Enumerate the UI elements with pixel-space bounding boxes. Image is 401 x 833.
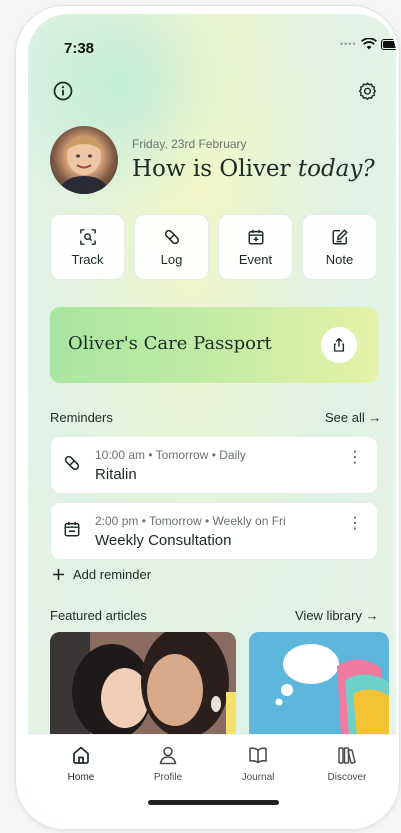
calendar-icon [64,521,80,537]
reminder-card[interactable]: 2:00 pm • Tomorrow • Weekly on Fri Weekl… [50,502,378,560]
pill-icon [164,229,179,244]
wifi-icon [360,38,377,50]
track-scan-icon [79,228,96,245]
tab-profile[interactable]: Profile [138,745,198,783]
home-indicator[interactable] [148,800,279,805]
status-time: 7:38 [64,40,95,57]
status-icons: •••• [340,38,396,50]
reminder-name: Weekly Consultation [95,532,232,549]
note-label: Note [325,251,354,267]
tab-discover[interactable]: Discover [317,745,377,783]
add-reminder-label: Add reminder [73,567,152,582]
reminders-heading: Reminders [50,410,113,425]
calendar-add-icon [248,229,263,244]
gear-icon[interactable] [354,78,380,104]
track-button[interactable]: Track [50,214,125,280]
child-photo-icon [58,136,110,194]
reminder-meta: 10:00 am • Tomorrow • Daily [95,448,246,462]
track-label: Track [71,251,104,267]
profile-icon [159,746,177,765]
info-icon[interactable] [50,78,76,104]
care-passport-card[interactable]: Oliver's Care Passport [50,307,378,383]
greeting-title: How is Oliver today? [132,156,375,182]
article-card[interactable] [50,632,236,736]
more-options-icon[interactable]: ⋮ [347,516,363,532]
tab-discover-label: Discover [327,772,367,783]
app-screen: 7:38 •••• Friday, 23rd February How is O… [28,14,396,824]
pill-icon [64,455,80,471]
more-options-icon[interactable]: ⋮ [347,450,363,466]
see-all-link[interactable]: See all → [325,410,381,425]
bottom-tab-bar: Home Profile Journal Discover [28,734,396,824]
tab-home-label: Home [67,772,95,783]
tab-profile-label: Profile [153,772,183,783]
care-passport-title: Oliver's Care Passport [68,333,272,354]
avatar[interactable] [50,126,118,194]
library-icon [338,747,356,764]
tab-journal[interactable]: Journal [228,745,288,783]
event-label: Event [238,251,273,267]
note-edit-icon [332,229,347,244]
log-label: Log [160,251,183,267]
featured-articles-heading: Featured articles [50,608,147,623]
battery-icon [380,38,396,50]
reminder-card[interactable]: 10:00 am • Tomorrow • Daily Ritalin ⋮ [50,436,378,494]
book-icon [249,747,267,764]
home-icon [73,746,89,764]
greeting-date: Friday, 23rd February [132,137,247,151]
reminder-name: Ritalin [95,466,137,483]
article-illustration-icon [249,632,389,736]
article-card[interactable] [249,632,389,736]
tab-journal-label: Journal [241,772,275,783]
view-library-link[interactable]: View library → [295,608,379,623]
reminder-meta: 2:00 pm • Tomorrow • Weekly on Fri [95,514,286,528]
event-button[interactable]: Event [218,214,293,280]
share-icon [333,337,345,352]
signal-dots-icon: •••• [340,39,357,49]
tab-home[interactable]: Home [51,745,111,783]
share-button[interactable] [321,327,357,363]
add-reminder-button[interactable]: Add reminder [52,567,151,582]
log-button[interactable]: Log [134,214,209,280]
note-button[interactable]: Note [302,214,377,280]
article-photo-icon [50,632,236,736]
plus-icon [52,568,65,581]
